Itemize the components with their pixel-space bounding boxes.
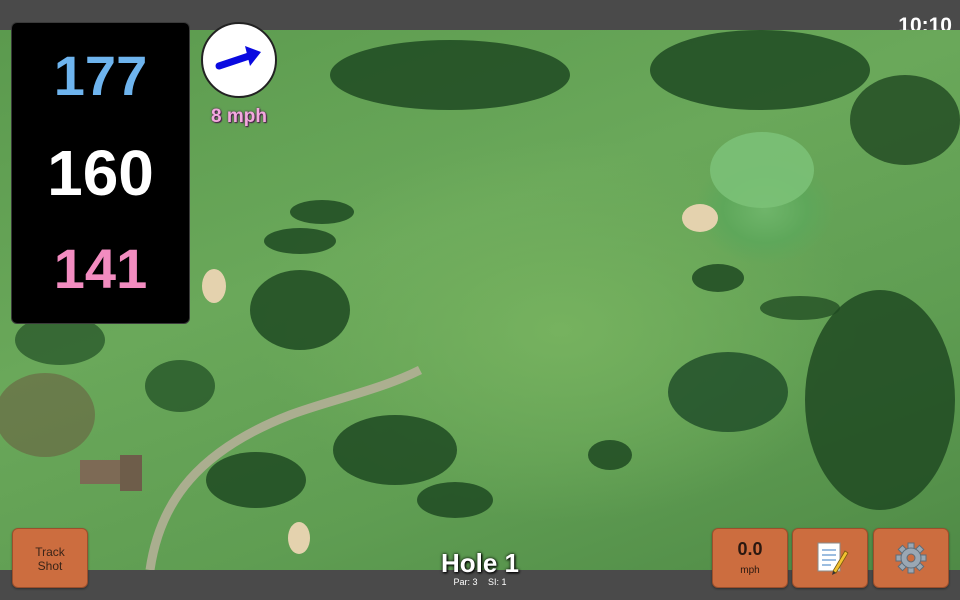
middle-of-green-distance: 160 xyxy=(47,137,154,209)
hole-stroke-index: SI: 1 xyxy=(488,577,507,587)
tree xyxy=(760,296,840,320)
hole-par: Par: 3 xyxy=(453,577,478,587)
track-shot-button[interactable]: Track Shot xyxy=(12,528,88,588)
hole-title: Hole 1 xyxy=(440,548,520,578)
tree xyxy=(145,360,215,412)
clubhouse xyxy=(120,455,142,491)
settings-button[interactable] xyxy=(873,528,949,588)
tree-line xyxy=(330,40,570,110)
tree xyxy=(850,75,960,165)
track-shot-label: Track Shot xyxy=(13,545,87,573)
notes-button[interactable] xyxy=(792,528,868,588)
green xyxy=(710,132,814,208)
back-of-green-distance: 177 xyxy=(53,44,148,107)
tree-line xyxy=(805,290,955,510)
tree xyxy=(290,200,354,224)
tree xyxy=(588,440,632,470)
front-of-green-distance: 141 xyxy=(53,237,148,300)
speed-button[interactable]: 0.0 mph xyxy=(712,528,788,588)
tree xyxy=(417,482,493,518)
wind-arrow-icon xyxy=(215,46,261,70)
tree xyxy=(668,352,788,432)
tree xyxy=(333,415,457,485)
tree xyxy=(250,270,350,350)
tree-line xyxy=(650,30,870,110)
wind-speed-label: 8 mph xyxy=(211,106,267,127)
distance-panel: 177 160 141 xyxy=(11,22,190,324)
wind-indicator xyxy=(201,22,277,98)
rough-area xyxy=(0,373,95,457)
tree xyxy=(206,452,306,508)
notepad-icon xyxy=(817,542,849,575)
bunker xyxy=(288,522,310,554)
gear-icon xyxy=(895,542,927,574)
speed-value: 0.0 xyxy=(737,539,763,559)
tree xyxy=(264,228,336,254)
bunker xyxy=(682,204,718,232)
track-shot-label-line1: Track xyxy=(35,545,65,559)
speed-unit: mph xyxy=(740,565,760,576)
tree xyxy=(692,264,744,292)
hole-meta: Par: 3 SI: 1 xyxy=(380,577,580,587)
clubhouse xyxy=(80,460,122,484)
track-shot-label-line2: Shot xyxy=(37,559,63,573)
bunker xyxy=(202,269,226,303)
